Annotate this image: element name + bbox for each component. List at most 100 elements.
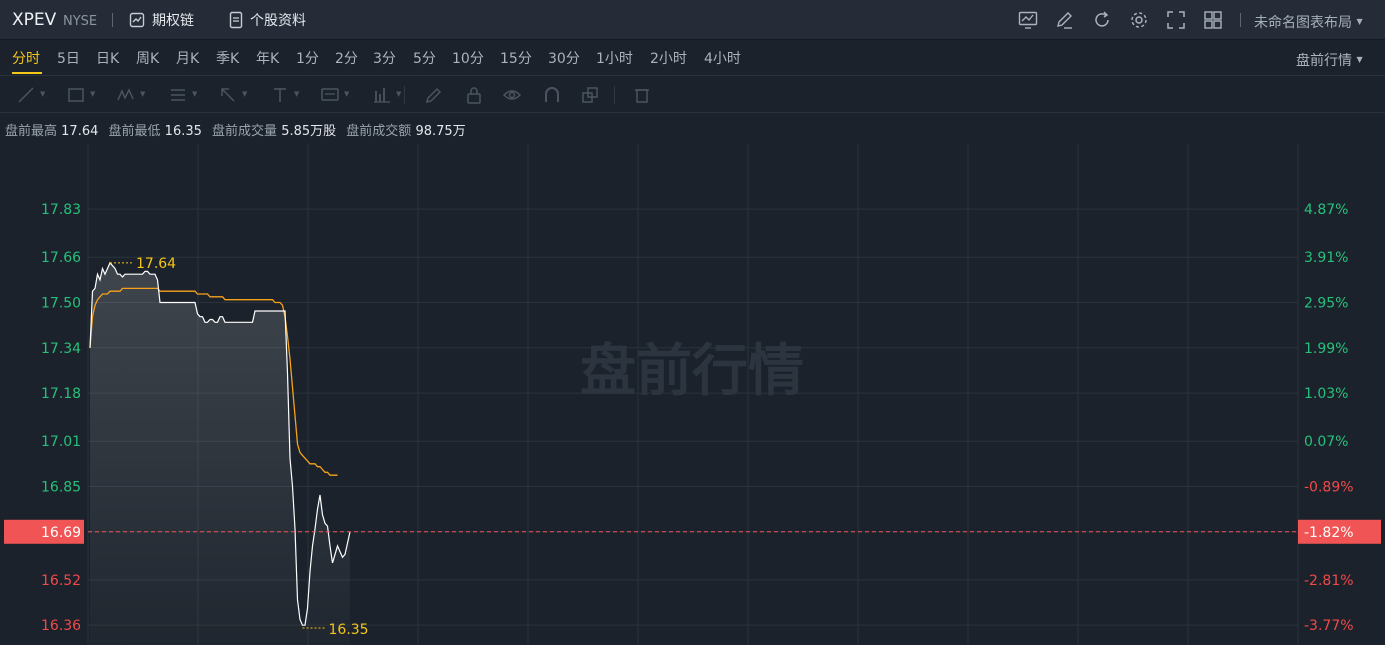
y-tick-label: 17.01	[41, 434, 81, 450]
caret-down-icon: ▼	[1356, 55, 1363, 64]
settings-icon[interactable]	[1128, 9, 1150, 31]
draw-icon[interactable]	[1054, 9, 1076, 31]
layout-name-label: 未命名图表布局	[1254, 15, 1352, 31]
volume-label: 盘前成交量	[212, 124, 278, 139]
y-tick-label: 17.34	[41, 341, 81, 357]
grid-layout-icon[interactable]	[1202, 9, 1224, 31]
refresh-icon[interactable]	[1091, 9, 1113, 31]
amount-value: 98.75万	[415, 124, 466, 139]
company-profile-label: 个股资料	[250, 13, 306, 29]
pct-tick-label: 1.03%	[1304, 386, 1348, 402]
measure-icon[interactable]	[372, 85, 392, 105]
divider	[404, 86, 405, 104]
options-chain-link[interactable]: 期权链	[128, 10, 194, 30]
period-tab[interactable]: 2小时	[650, 48, 687, 68]
trend-line-icon[interactable]	[16, 85, 36, 105]
fullscreen-icon[interactable]	[1165, 9, 1187, 31]
caret-down-icon[interactable]: ▼	[396, 90, 401, 98]
exchange-name: NYSE	[63, 14, 98, 29]
y-tick-label: 16.85	[41, 479, 81, 495]
divider	[614, 86, 615, 104]
period-tab[interactable]: 30分	[548, 48, 580, 68]
price-area	[90, 262, 350, 645]
period-tabs: 盘前行情 ▼ 分时 5日 日K 周K 月K 季K 年K 1分 2分 3分 5分 10分 15分 30分 1小…	[0, 40, 1385, 76]
caret-down-icon[interactable]: ▼	[140, 90, 145, 98]
y-tick-label: 17.18	[41, 386, 81, 402]
magnet-icon[interactable]	[542, 85, 562, 105]
y-tick-label: 17.66	[41, 250, 81, 266]
caret-down-icon[interactable]: ▼	[242, 90, 247, 98]
session-label: 盘前行情	[1296, 53, 1352, 69]
y-tick-label: 17.83	[41, 202, 81, 218]
active-tab-indicator	[12, 72, 42, 74]
high-value: 17.64	[61, 124, 99, 139]
caret-down-icon[interactable]: ▼	[344, 90, 349, 98]
symbol-name[interactable]: XPEV	[12, 10, 56, 30]
caret-down-icon[interactable]: ▼	[90, 90, 95, 98]
period-tab[interactable]: 周K	[136, 48, 159, 68]
text-icon[interactable]	[270, 85, 290, 105]
company-profile-link[interactable]: 个股资料	[228, 10, 306, 30]
period-tab[interactable]: 1小时	[596, 48, 633, 68]
indicator-icon[interactable]	[1017, 9, 1039, 31]
period-tab[interactable]: 5日	[57, 48, 80, 68]
period-tab[interactable]: 年K	[256, 48, 279, 68]
chart-watermark: 盘前行情	[580, 339, 804, 404]
trash-icon[interactable]	[632, 85, 652, 105]
pct-tick-label: 2.95%	[1304, 296, 1348, 312]
pct-tick-label: -0.89%	[1304, 479, 1354, 495]
rectangle-icon[interactable]	[66, 85, 86, 105]
wave-icon[interactable]	[116, 85, 136, 105]
period-tab[interactable]: 月K	[176, 48, 199, 68]
period-tab[interactable]: 10分	[452, 48, 484, 68]
high-label: 盘前最高	[5, 124, 58, 139]
fibonacci-icon[interactable]	[168, 85, 188, 105]
period-tab[interactable]: 分时	[12, 48, 40, 68]
divider	[112, 13, 113, 27]
caret-down-icon[interactable]: ▼	[294, 90, 299, 98]
current-price-label: 16.69	[41, 525, 81, 541]
eye-icon[interactable]	[502, 85, 522, 105]
arrow-icon[interactable]	[218, 85, 238, 105]
volume-value: 5.85万股	[281, 124, 337, 139]
period-tab[interactable]: 2分	[335, 48, 358, 68]
caret-down-icon[interactable]: ▼	[192, 90, 197, 98]
premarket-info-bar: 盘前最高 17.64 盘前最低 16.35 盘前成交量 5.85万股 盘前成交额…	[5, 120, 472, 139]
document-icon	[228, 11, 244, 29]
divider	[1240, 13, 1241, 27]
pct-tick-label: 4.87%	[1304, 202, 1348, 218]
lock-icon[interactable]	[464, 85, 484, 105]
low-marker-label: 16.35	[329, 622, 369, 638]
caret-down-icon[interactable]: ▼	[40, 90, 45, 98]
pen-icon[interactable]	[424, 85, 444, 105]
top-bar: XPEV NYSE 期权链 个股资料 未命名图表布局 ▼	[0, 0, 1385, 40]
period-tab[interactable]: 5分	[413, 48, 436, 68]
period-tab[interactable]: 4小时	[704, 48, 741, 68]
period-tab[interactable]: 3分	[373, 48, 396, 68]
period-tab[interactable]: 日K	[96, 48, 119, 68]
pct-tick-label: -3.77%	[1304, 618, 1354, 634]
pct-tick-label: -2.81%	[1304, 573, 1354, 589]
drawing-toolbar: ▼ ▼ ▼ ▼ ▼ ▼ ▼ ▼	[0, 77, 1385, 113]
y-tick-label: 16.36	[41, 618, 81, 634]
layout-selector[interactable]: 未命名图表布局 ▼	[1254, 12, 1363, 32]
caret-down-icon: ▼	[1356, 17, 1363, 26]
period-tab[interactable]: 15分	[500, 48, 532, 68]
period-tab[interactable]: 季K	[216, 48, 239, 68]
amount-label: 盘前成交额	[346, 124, 412, 139]
low-value: 16.35	[164, 124, 202, 139]
pct-tick-label: 0.07%	[1304, 434, 1348, 450]
low-label: 盘前最低	[108, 124, 161, 139]
high-marker-label: 17.64	[136, 256, 176, 272]
session-selector[interactable]: 盘前行情 ▼	[1296, 50, 1363, 70]
price-chart[interactable]: 盘前行情 17.64 16.35 17.83 4.87% 17.66 3.91% 17.50 2…	[0, 144, 1385, 645]
period-tab[interactable]: 1分	[296, 48, 319, 68]
y-tick-label: 17.50	[41, 296, 81, 312]
options-chain-label: 期权链	[152, 13, 194, 29]
annotation-icon[interactable]	[320, 85, 340, 105]
pct-tick-label: 3.91%	[1304, 250, 1348, 266]
toolbar-icons	[1017, 9, 1224, 31]
pct-tick-label: 1.99%	[1304, 341, 1348, 357]
layers-icon[interactable]	[580, 85, 600, 105]
current-pct-label: -1.82%	[1304, 525, 1354, 541]
